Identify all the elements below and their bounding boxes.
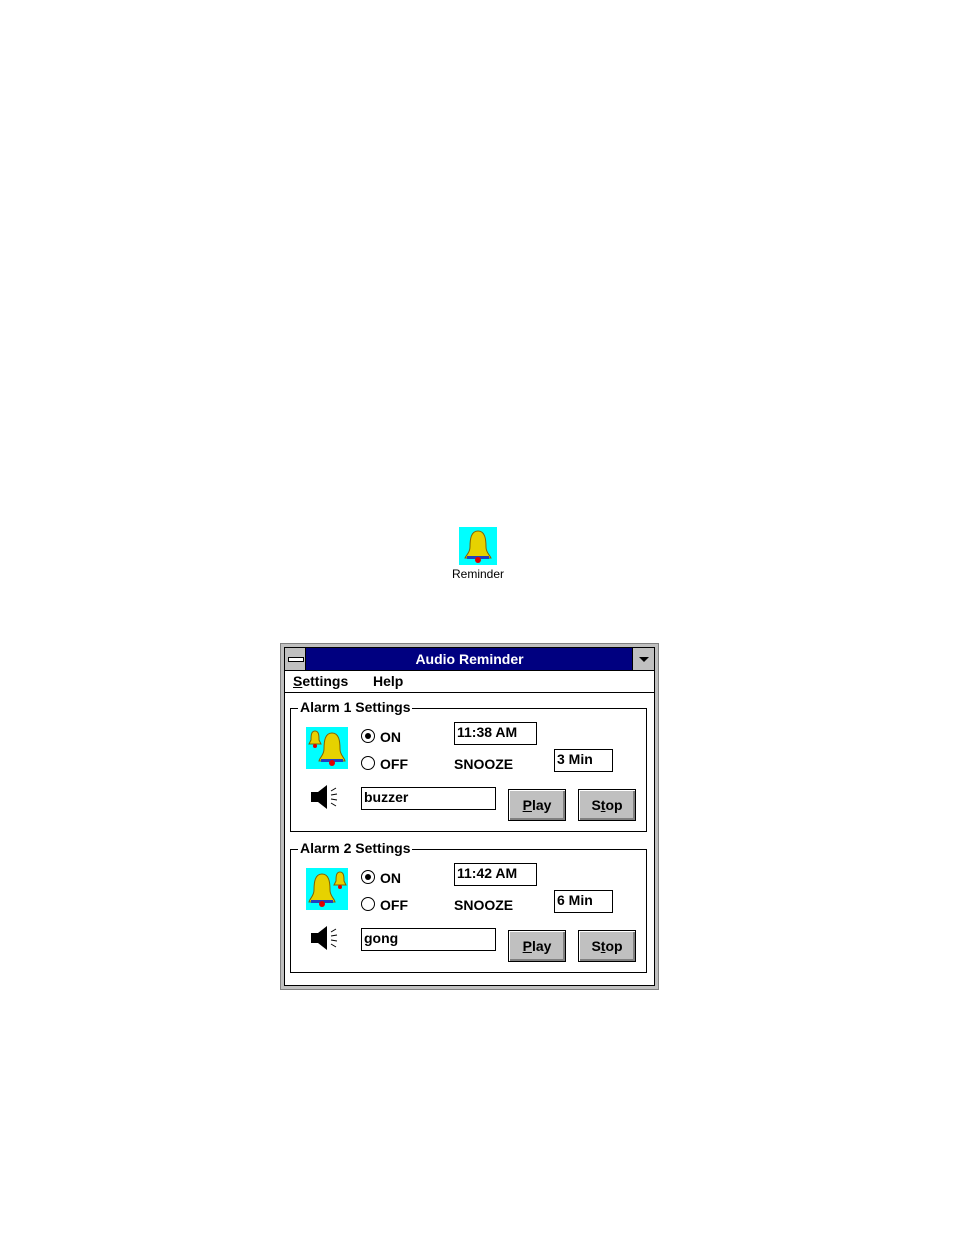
speaker-icon — [309, 924, 341, 952]
alarm-2-on-radio[interactable]: ON — [361, 870, 401, 886]
alarm-2-sound-input[interactable]: gong — [361, 928, 496, 951]
alarm-1-sound-input[interactable]: buzzer — [361, 787, 496, 810]
double-bell-icon — [306, 727, 348, 769]
alarm-2-off-radio[interactable]: OFF — [361, 897, 408, 913]
menu-bar: Settings Help — [285, 671, 654, 693]
snooze-label: SNOOZE — [454, 897, 514, 913]
chevron-down-icon — [639, 657, 649, 662]
desktop-icon-reminder[interactable]: Reminder — [440, 527, 516, 581]
bell-icon — [459, 527, 497, 565]
alarm-2-stop-button[interactable]: Stop — [578, 930, 636, 962]
alarm-1-legend: Alarm 1 Settings — [298, 699, 413, 715]
alarm-1-group: Alarm 1 Settings ON OFF 11:38 AM SNOOZE … — [290, 699, 647, 832]
window-title: Audio Reminder — [415, 651, 524, 667]
menu-help[interactable]: Help — [373, 673, 403, 689]
system-menu-button[interactable] — [285, 648, 306, 670]
desktop-icon-label: Reminder — [451, 567, 505, 581]
alarm-1-time-input[interactable]: 11:38 AM — [454, 722, 537, 745]
double-bell-icon — [306, 868, 348, 910]
minimize-button[interactable] — [632, 648, 654, 670]
alarm-2-legend: Alarm 2 Settings — [298, 840, 413, 856]
alarm-2-group: Alarm 2 Settings ON OFF 11:42 AM SNOOZE … — [290, 840, 647, 973]
alarm-2-play-button[interactable]: Play — [508, 930, 566, 962]
alarm-1-off-radio[interactable]: OFF — [361, 756, 408, 772]
alarm-2-time-input[interactable]: 11:42 AM — [454, 863, 537, 886]
alarm-2-snooze-input[interactable]: 6 Min — [554, 890, 613, 913]
speaker-icon — [309, 783, 341, 811]
menu-settings[interactable]: Settings — [293, 673, 348, 689]
audio-reminder-window: Audio Reminder Settings Help Alarm 1 Set… — [280, 643, 659, 990]
snooze-label: SNOOZE — [454, 756, 514, 772]
alarm-1-stop-button[interactable]: Stop — [578, 789, 636, 821]
alarm-1-play-button[interactable]: Play — [508, 789, 566, 821]
title-bar[interactable]: Audio Reminder — [285, 648, 654, 671]
alarm-1-snooze-input[interactable]: 3 Min — [554, 749, 613, 772]
alarm-1-on-radio[interactable]: ON — [361, 729, 401, 745]
